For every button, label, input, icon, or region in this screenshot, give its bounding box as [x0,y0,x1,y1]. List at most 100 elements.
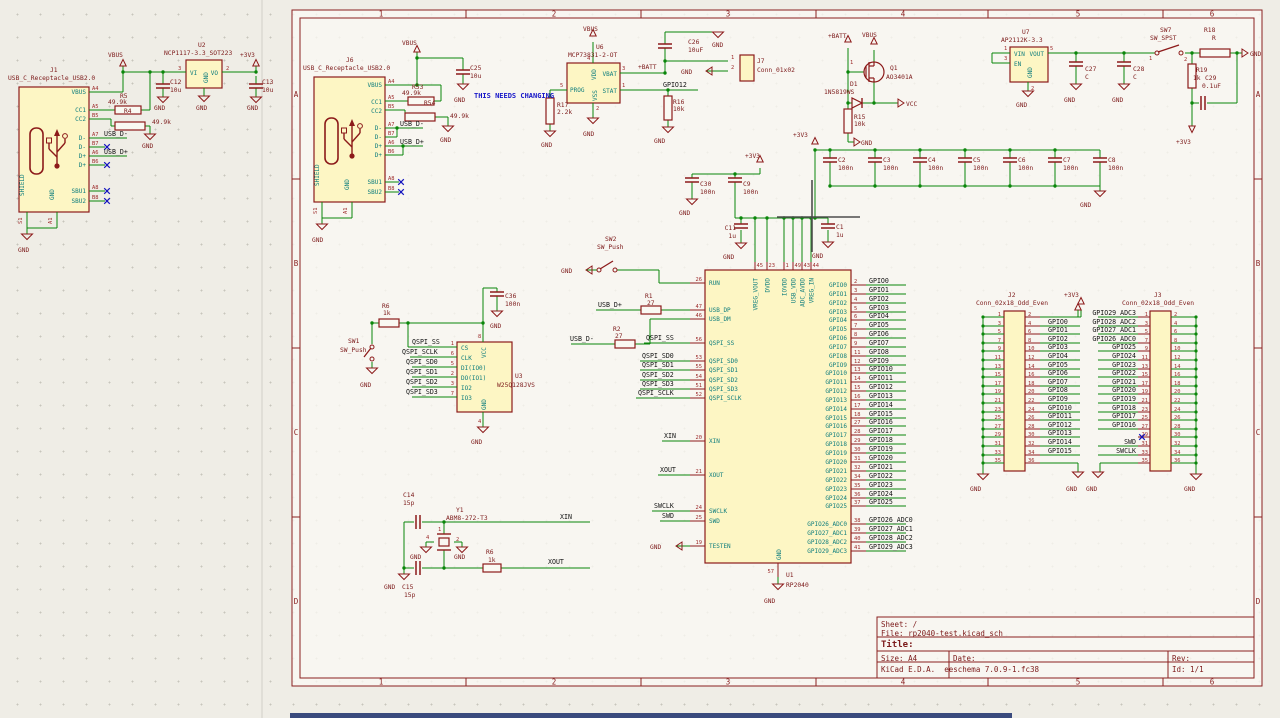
net-label[interactable]: GPIO21 [1112,378,1136,386]
pin-name[interactable]: CC1 [75,107,86,114]
power-label[interactable]: GND [1184,486,1195,493]
component-ref[interactable]: NCP1117-3.3_SOT223 [164,50,232,57]
component-ref[interactable]: R15 [854,114,866,121]
net-label[interactable]: GPIO15 [1048,447,1072,455]
power-label[interactable]: GND [654,138,665,145]
net-label[interactable]: GPIO3 [869,304,889,312]
component-ref[interactable]: 27 [647,300,655,307]
pin-name[interactable]: SBU1 [368,179,383,186]
net-label[interactable]: QSPI_SD3 [406,388,438,396]
pin-name[interactable]: SHIELD [19,174,26,196]
net-label[interactable]: GPIO1 [869,286,889,294]
net-label[interactable]: GPIO2 [1048,335,1068,343]
power-label[interactable]: GND [541,142,552,149]
power-label[interactable]: VBUS [108,52,123,59]
component-ref[interactable]: C11 [725,225,737,232]
power-label[interactable]: GND [142,143,153,150]
power-label[interactable]: GND [1064,97,1075,104]
net-label[interactable]: QSPI_SD1 [642,361,674,369]
component-ref[interactable]: C15 [402,584,414,591]
pin-name[interactable]: GND [49,189,56,200]
net-label[interactable]: GPIO28_ADC2 [869,534,913,542]
power-label[interactable]: GND [1016,102,1027,109]
pin-name[interactable]: VBUS [72,89,87,96]
power-label[interactable]: GND [681,69,692,76]
net-label[interactable]: GPIO17 [869,427,893,435]
component-ref[interactable]: 1u [836,232,844,239]
component-ref[interactable]: SW7 [1160,27,1172,34]
net-label[interactable]: GPIO14 [869,401,893,409]
component-ref[interactable]: 49.9k [152,119,171,126]
power-label[interactable]: +3V3 [240,52,255,59]
net-label[interactable]: QSPI_SCLK [402,348,438,356]
net-label[interactable]: QSPI_SD3 [642,380,674,388]
resistor-symbol[interactable] [545,97,555,125]
power-label[interactable]: VCC [906,101,917,108]
net-label[interactable]: XOUT [548,558,564,566]
component-ref[interactable]: R19 [1196,67,1208,74]
net-label[interactable]: GPIO6 [869,330,889,338]
component-ref[interactable]: 100n [973,165,988,172]
power-label[interactable]: +3V3 [745,153,760,160]
net-label[interactable]: QSPI_SD1 [406,368,438,376]
component-ref[interactable]: R4 [124,108,132,115]
component-ref[interactable]: USB_C_Receptacle_USB2.0 [8,75,95,82]
component-ref[interactable]: 1k [1193,75,1201,82]
power-label[interactable]: GND [196,105,207,112]
component-ref[interactable]: AP2112K-3.3 [1001,37,1043,44]
pin-name[interactable]: CC2 [371,108,382,115]
net-label[interactable]: GPIO27_ADC1 [1092,326,1136,334]
net-label[interactable]: QSPI_SD2 [642,371,674,379]
component-ref[interactable]: 10k [673,106,685,113]
net-label[interactable]: GPIO13 [1048,429,1072,437]
component-ref[interactable]: J6 [346,57,354,64]
net-label[interactable]: XIN [560,513,572,521]
net-label[interactable]: GPIO5 [869,321,889,329]
net-label[interactable]: GPIO5 [1048,361,1068,369]
power-label[interactable]: GND [764,598,775,605]
component-ref[interactable]: J1 [50,67,58,74]
component-ref[interactable]: C9 [743,181,751,188]
net-label[interactable]: GPIO7 [1048,378,1068,386]
note-text[interactable]: THIS NEEDS CHANGING [474,92,554,100]
resistor-symbol[interactable] [114,121,146,131]
pin-name[interactable]: VDD [591,69,598,80]
power-label[interactable]: GND [583,131,594,138]
net-label[interactable]: QSPI_SS [646,334,674,342]
net-label[interactable]: GPIO25 [1112,343,1136,351]
pin-name[interactable]: SHIELD [314,164,321,186]
component-ref[interactable]: U7 [1022,29,1030,36]
component-ref[interactable]: R54 [424,100,436,107]
power-label[interactable]: GND [1066,486,1077,493]
pin-name[interactable]: D- [375,134,382,141]
component-ref[interactable]: 100n [928,165,943,172]
component-ref[interactable]: ABM8-272-T3 [446,515,488,522]
net-label[interactable]: QSPI_SS [412,338,440,346]
component-ref[interactable]: 49.9k [108,99,127,106]
power-label[interactable]: GND [247,105,258,112]
net-label[interactable]: GPIO17 [1112,412,1136,420]
power-label[interactable]: GND [812,253,823,260]
component-ref[interactable]: C13 [262,79,274,86]
pin-name[interactable]: D- [79,135,86,142]
component-ref[interactable]: 49.9k [450,113,469,120]
power-label[interactable]: GND [1080,202,1091,209]
component-ref[interactable]: SW2 [605,236,617,243]
pin-name[interactable]: CC1 [371,99,382,106]
power-label[interactable]: GND [1250,51,1261,58]
component-ref[interactable]: C36 [505,293,517,300]
net-label[interactable]: GPIO4 [869,312,889,320]
power-label[interactable]: GND [679,210,690,217]
net-label[interactable]: GPIO22 [1112,369,1136,377]
net-label[interactable]: GPIO20 [869,454,893,462]
net-label[interactable]: SWCLK [1116,447,1136,455]
component-ref[interactable]: 10uF [688,47,703,54]
component-ref[interactable]: MCP73831-2-OT [568,52,617,59]
net-label[interactable]: GPIO6 [1048,369,1068,377]
component-ref[interactable]: U1 [786,572,794,579]
component-ref[interactable]: 15p [403,500,415,507]
component-ref[interactable]: C7 [1063,157,1071,164]
net-label[interactable]: GPIO1 [1048,326,1068,334]
net-label[interactable]: GPIO10 [869,365,893,373]
net-label[interactable]: GPIO19 [1112,395,1136,403]
